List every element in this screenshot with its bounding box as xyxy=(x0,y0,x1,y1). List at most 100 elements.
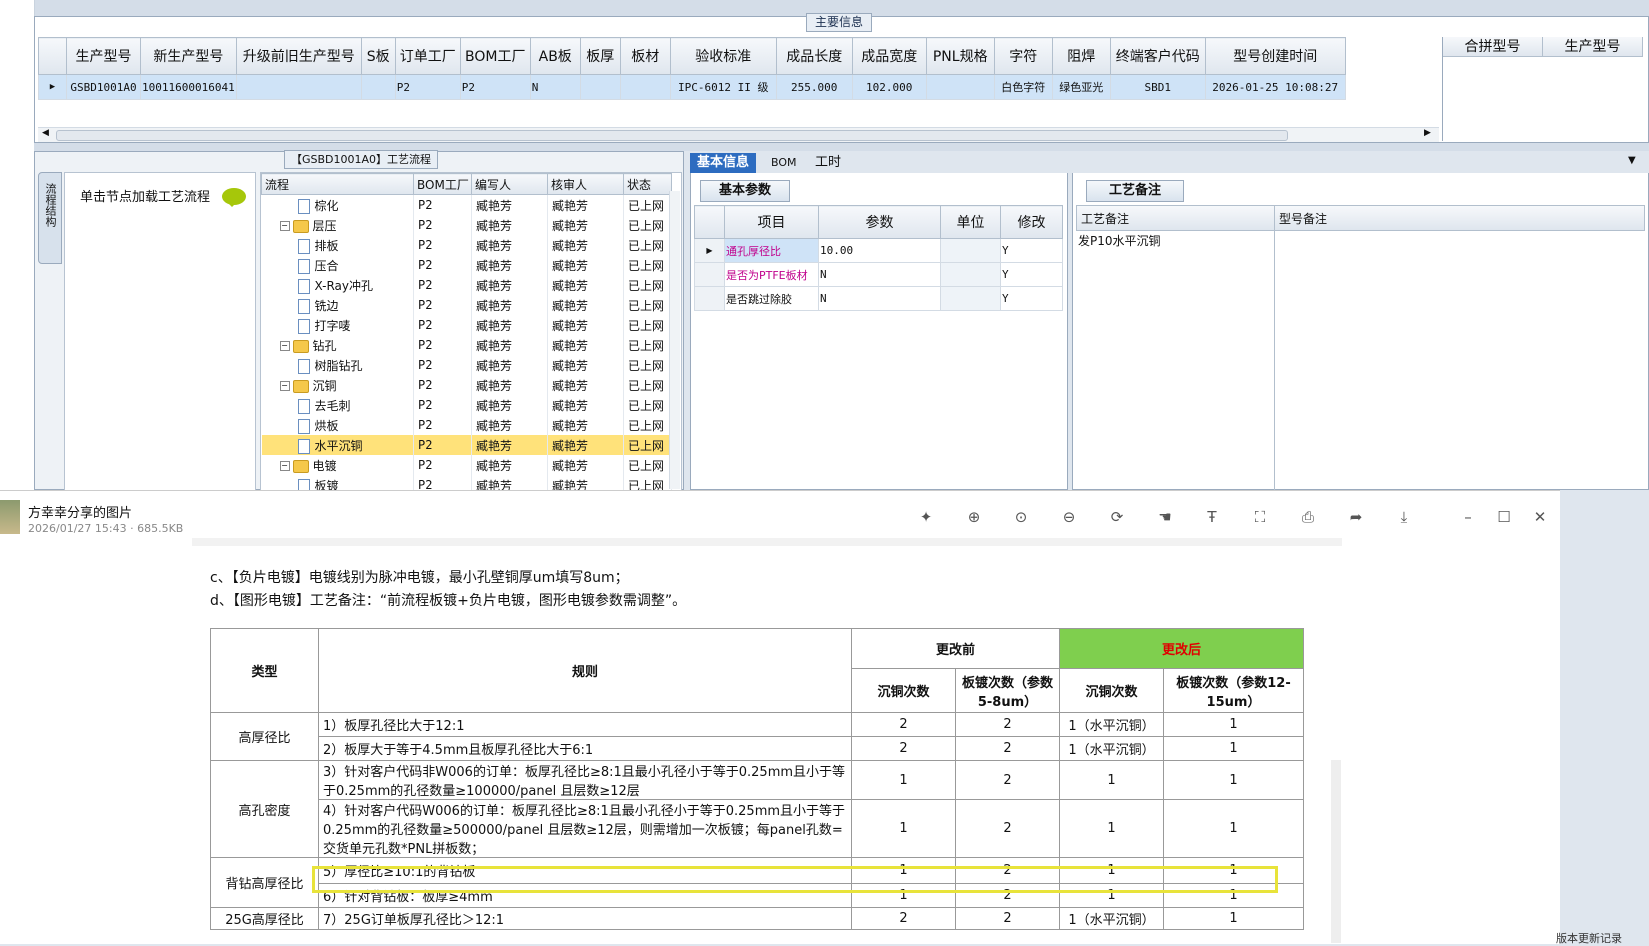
table-cell[interactable] xyxy=(579,74,621,100)
tree-row[interactable]: 棕化 P2 臧艳芳 臧艳芳 已上网 xyxy=(261,194,672,215)
tree-node[interactable]: − 钻孔 xyxy=(261,335,414,355)
table-cell[interactable]: 10011600016041 xyxy=(140,74,237,100)
table-cell[interactable] xyxy=(360,74,396,100)
tab-work-hours[interactable]: 工时 xyxy=(808,153,848,173)
tab-basic-info[interactable]: 基本信息 xyxy=(690,153,757,173)
tree-column-header[interactable]: 状态 xyxy=(623,173,672,195)
tree-node[interactable]: 棕化 xyxy=(261,194,414,215)
tree-node[interactable]: 压合 xyxy=(261,255,414,275)
tree-node[interactable]: − 电镀 xyxy=(261,455,414,475)
tree-row[interactable]: − 层压 P2 臧艳芳 臧艳芳 已上网 xyxy=(261,215,672,235)
table-cell[interactable]: 绿色亚光 xyxy=(1051,74,1111,100)
param-column-header[interactable]: 修改 xyxy=(1000,205,1063,239)
param-column-header[interactable]: 参数 xyxy=(818,205,941,239)
tree-row[interactable]: 去毛刺 P2 臧艳芳 臧艳芳 已上网 xyxy=(261,395,672,415)
process-notes-tab[interactable]: 工艺备注 xyxy=(1086,180,1185,202)
param-row[interactable]: ▶ 通孔厚径比 10.00 Y xyxy=(694,238,1063,263)
column-header[interactable]: 阻焊 xyxy=(1051,37,1111,75)
param-unit[interactable] xyxy=(940,238,1001,263)
table-cell[interactable]: P2 xyxy=(394,74,461,100)
table-cell[interactable] xyxy=(619,74,671,100)
basic-params-grid[interactable]: 项目 参数 单位 修改 ▶ 通孔厚径比 10.00 Y 是否为PTFE板材 N Y 是否跳过除胶 N Y xyxy=(694,205,1063,311)
merge-model-grid[interactable]: 合拼型号 生产型号 xyxy=(1442,37,1646,141)
collapse-toggle-icon[interactable]: − xyxy=(279,221,290,231)
table-cell[interactable]: GSBD1001A0 xyxy=(66,74,141,100)
column-header[interactable]: 成品宽度 xyxy=(851,37,927,75)
main-info-grid[interactable]: 生产型号 新生产型号 升级前旧生产型号 S板 订单工厂 BOM工厂 AB板 板厚 板材 验收标准成… xyxy=(38,37,1346,135)
column-header[interactable]: 成品长度 xyxy=(775,37,853,75)
column-header[interactable]: AB板 xyxy=(529,37,581,75)
column-header[interactable]: 字符 xyxy=(993,37,1053,75)
tree-row[interactable]: − 钻孔 P2 臧艳芳 臧艳芳 已上网 xyxy=(261,335,672,355)
column-header[interactable]: 生产型号 xyxy=(66,37,141,75)
zoom-in-icon[interactable]: ⊕ xyxy=(965,508,983,526)
tree-row[interactable]: X-Ray冲孔 P2 臧艳芳 臧艳芳 已上网 xyxy=(261,275,672,295)
tree-column-header[interactable]: BOM工厂 xyxy=(413,173,472,195)
param-row[interactable]: 是否跳过除胶 N Y xyxy=(694,286,1063,311)
flow-structure-tab[interactable]: 流程结构 xyxy=(38,172,62,264)
process-note-text[interactable]: 发P10水平沉铜 xyxy=(1078,232,1161,249)
collapse-toggle-icon[interactable]: − xyxy=(279,381,290,391)
param-value[interactable]: N xyxy=(818,286,941,311)
print-icon[interactable]: ⎙ xyxy=(1299,508,1317,526)
collapse-toggle-icon[interactable]: − xyxy=(279,461,290,471)
table-cell[interactable]: P2 xyxy=(459,74,531,100)
actual-size-icon[interactable]: ⊙ xyxy=(1012,508,1030,526)
tree-row[interactable]: − 电镀 P2 臧艳芳 臧艳芳 已上网 xyxy=(261,455,672,475)
column-header[interactable]: 升级前旧生产型号 xyxy=(235,37,362,75)
minimize-icon[interactable]: – xyxy=(1459,508,1477,526)
tree-column-header[interactable]: 核审人 xyxy=(547,173,624,195)
column-header[interactable]: 型号创建时间 xyxy=(1204,37,1346,75)
collapse-toggle-icon[interactable]: − xyxy=(279,341,290,351)
column-header[interactable]: 订单工厂 xyxy=(394,37,461,75)
tree-node[interactable]: − 沉铜 xyxy=(261,375,414,395)
column-header[interactable]: PNL规格 xyxy=(925,37,995,75)
tree-row[interactable]: 打字唛 P2 臧艳芳 臧艳芳 已上网 xyxy=(261,315,672,335)
tree-node[interactable]: X-Ray冲孔 xyxy=(261,275,414,295)
basic-params-tab[interactable]: 基本参数 xyxy=(700,180,791,202)
tree-column-header[interactable]: 流程 xyxy=(261,173,414,195)
table-cell[interactable]: 白色字符 xyxy=(993,74,1053,100)
column-header[interactable]: 板厚 xyxy=(579,37,621,75)
table-cell[interactable]: IPC-6012 II 级 xyxy=(669,74,777,100)
column-header[interactable]: 终端客户代码 xyxy=(1109,37,1206,75)
maximize-icon[interactable]: ☐ xyxy=(1495,508,1513,526)
column-header[interactable]: 板材 xyxy=(619,37,671,75)
node-hint[interactable]: 单击节点加载工艺流程 xyxy=(80,186,210,205)
version-history-link[interactable]: 版本更新记录 xyxy=(1556,930,1622,946)
tab-dropdown-icon[interactable]: ▼ xyxy=(1628,155,1636,166)
param-unit[interactable] xyxy=(940,286,1001,311)
tree-scrollbar[interactable] xyxy=(669,191,680,489)
close-icon[interactable]: ✕ xyxy=(1531,508,1549,526)
param-column-header[interactable]: 单位 xyxy=(940,205,1001,239)
splitter[interactable] xyxy=(34,143,1649,151)
zoom-out-icon[interactable]: ⊖ xyxy=(1060,508,1078,526)
table-cell[interactable]: 2026-01-25 10:08:27 xyxy=(1204,74,1346,100)
flow-tree[interactable]: 流程 BOM工厂 编写人 核审人 状态 棕化 P2 臧艳芳 臧艳芳 已上网 − 层压 P2 臧艳芳 臧艳芳… xyxy=(260,172,682,492)
tree-node[interactable]: 排板 xyxy=(261,235,414,255)
param-row[interactable]: 是否为PTFE板材 N Y xyxy=(694,262,1063,287)
table-cell[interactable]: N xyxy=(529,74,581,100)
column-header[interactable]: S板 xyxy=(360,37,396,75)
tree-row[interactable]: 排板 P2 臧艳芳 臧艳芳 已上网 xyxy=(261,235,672,255)
tree-row[interactable]: 烘板 P2 臧艳芳 臧艳芳 已上网 xyxy=(261,415,672,435)
share-icon[interactable]: ➦ xyxy=(1347,508,1365,526)
param-value[interactable]: N xyxy=(818,262,941,287)
download-icon[interactable]: ⤓ xyxy=(1395,508,1413,526)
tree-node[interactable]: − 层压 xyxy=(261,215,414,235)
scroll-right-icon[interactable]: ▶ xyxy=(1424,128,1431,138)
tree-node[interactable]: 水平沉铜 xyxy=(261,435,414,455)
magic-wand-icon[interactable]: ✦ xyxy=(917,508,935,526)
column-header[interactable]: 新生产型号 xyxy=(140,37,237,75)
rotate-icon[interactable]: ⟳ xyxy=(1108,508,1126,526)
tree-node[interactable]: 烘板 xyxy=(261,415,414,435)
tab-bom[interactable]: BOM xyxy=(764,153,804,173)
table-cell[interactable]: 102.000 xyxy=(851,74,927,100)
column-header[interactable]: BOM工厂 xyxy=(459,37,531,75)
param-value[interactable]: 10.00 xyxy=(818,238,941,263)
scroll-thumb[interactable] xyxy=(56,130,1288,141)
table-cell[interactable]: 255.000 xyxy=(775,74,853,100)
table-cell[interactable]: SBD1 xyxy=(1109,74,1206,100)
column-header[interactable]: 验收标准 xyxy=(669,37,777,75)
table-row[interactable]: ▶ GSBD1001A0 10011600016041 P2 P2 N IPC-6012 … xyxy=(38,74,1346,100)
